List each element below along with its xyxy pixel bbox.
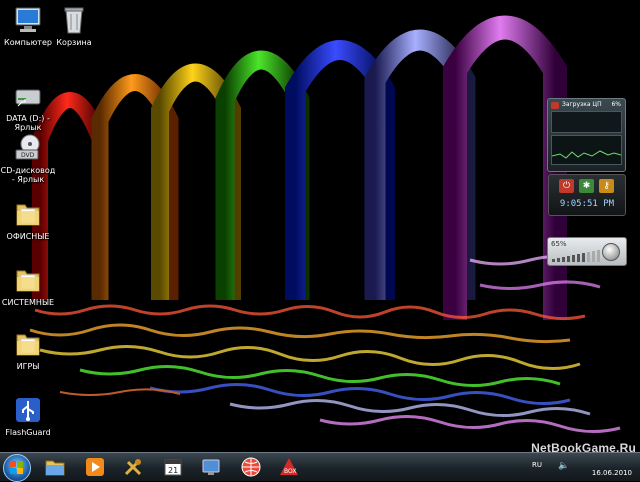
desktop-icon-label: СИСТЕМНЫЕ bbox=[1, 298, 55, 307]
start-button[interactable] bbox=[3, 454, 31, 482]
globe-icon[interactable] bbox=[240, 456, 262, 478]
desktop-icon-label: DATA (D:) - Ярлык bbox=[6, 114, 50, 132]
explorer-icon[interactable] bbox=[44, 456, 66, 478]
svg-text:21: 21 bbox=[168, 466, 178, 475]
language-indicator[interactable]: RU bbox=[532, 461, 542, 469]
folder-icon bbox=[16, 334, 40, 356]
clock-time: 9:05:51 PM bbox=[559, 199, 615, 209]
calendar-icon[interactable]: 21 bbox=[162, 456, 184, 478]
wallpaper bbox=[29, 15, 621, 433]
media-player-icon[interactable] bbox=[84, 456, 106, 478]
usb-icon bbox=[16, 398, 40, 422]
drive-icon bbox=[15, 89, 41, 107]
desktop-icon-recycle-bin[interactable]: Корзина bbox=[46, 4, 102, 47]
desktop-icon-data-drive[interactable]: DATA (D:) - Ярлык bbox=[0, 80, 56, 132]
desktop-icon-label: ИГРЫ bbox=[16, 362, 40, 371]
svg-text:BOX: BOX bbox=[284, 468, 296, 475]
system-tray: RU 🔈 16.06.2010 bbox=[530, 453, 640, 481]
cpu-process-table bbox=[551, 111, 622, 133]
desktop-icon-flashguard[interactable]: FlashGuard bbox=[0, 394, 56, 437]
cpu-gadget-header: Загрузка ЦП 6% bbox=[548, 99, 625, 111]
folder-icon bbox=[16, 270, 40, 292]
cpu-icon bbox=[551, 102, 559, 109]
volume-bars bbox=[552, 250, 600, 262]
shutdown-icon[interactable]: ⏻ bbox=[559, 179, 574, 193]
apps-icon[interactable]: BOX bbox=[278, 456, 300, 478]
cpu-gadget-title: Загрузка ЦП bbox=[562, 101, 602, 108]
monitor-icon[interactable] bbox=[200, 456, 222, 478]
desktop-icon-folder-office[interactable]: ОФИСНЫЕ bbox=[0, 198, 56, 241]
watermark: NetBookGame.Ru bbox=[531, 441, 636, 452]
desktop-icon-folder-games[interactable]: ИГРЫ bbox=[0, 328, 56, 371]
desktop-icon-label: Корзина bbox=[56, 38, 92, 47]
svg-text:DVD: DVD bbox=[21, 152, 35, 159]
clock-gadget[interactable]: ⏻ ✱ ⚷ 9:05:51 PM bbox=[548, 174, 626, 216]
cpu-percent: 6% bbox=[611, 101, 621, 108]
desktop-icon-label: FlashGuard bbox=[5, 428, 51, 437]
desktop-icon-label: ОФИСНЫЕ bbox=[6, 232, 50, 241]
tray-date[interactable]: 16.06.2010 bbox=[592, 469, 632, 477]
restart-icon[interactable]: ✱ bbox=[579, 179, 594, 193]
taskbar: 21 BOX RU 🔈 16.06.2010 bbox=[0, 452, 640, 482]
speaker-icon[interactable]: 🔈 bbox=[558, 461, 569, 471]
volume-gadget[interactable]: 65% bbox=[547, 237, 627, 266]
computer-icon bbox=[15, 7, 41, 32]
dvd-drive-icon: DVD bbox=[15, 134, 40, 160]
tools-icon[interactable] bbox=[122, 456, 144, 478]
volume-percent: 65% bbox=[551, 240, 567, 248]
windows-logo-icon bbox=[10, 461, 23, 474]
desktop-icon-cd-drive[interactable]: DVD CD-дисковод - Ярлык bbox=[0, 132, 56, 184]
recycle-bin-icon bbox=[64, 7, 84, 34]
cpu-graph-line bbox=[551, 150, 622, 159]
lock-icon[interactable]: ⚷ bbox=[599, 179, 614, 193]
folder-icon bbox=[16, 204, 40, 226]
cpu-graph bbox=[551, 135, 622, 165]
cpu-gadget[interactable]: Загрузка ЦП 6% bbox=[547, 98, 626, 172]
desktop: Компьютер Корзина DATA (D:) - Ярлык DVD … bbox=[0, 0, 640, 452]
desktop-icon-label: CD-дисковод - Ярлык bbox=[0, 166, 56, 184]
desktop-icon-folder-system[interactable]: СИСТЕМНЫЕ bbox=[0, 264, 56, 307]
volume-knob[interactable] bbox=[602, 243, 620, 261]
